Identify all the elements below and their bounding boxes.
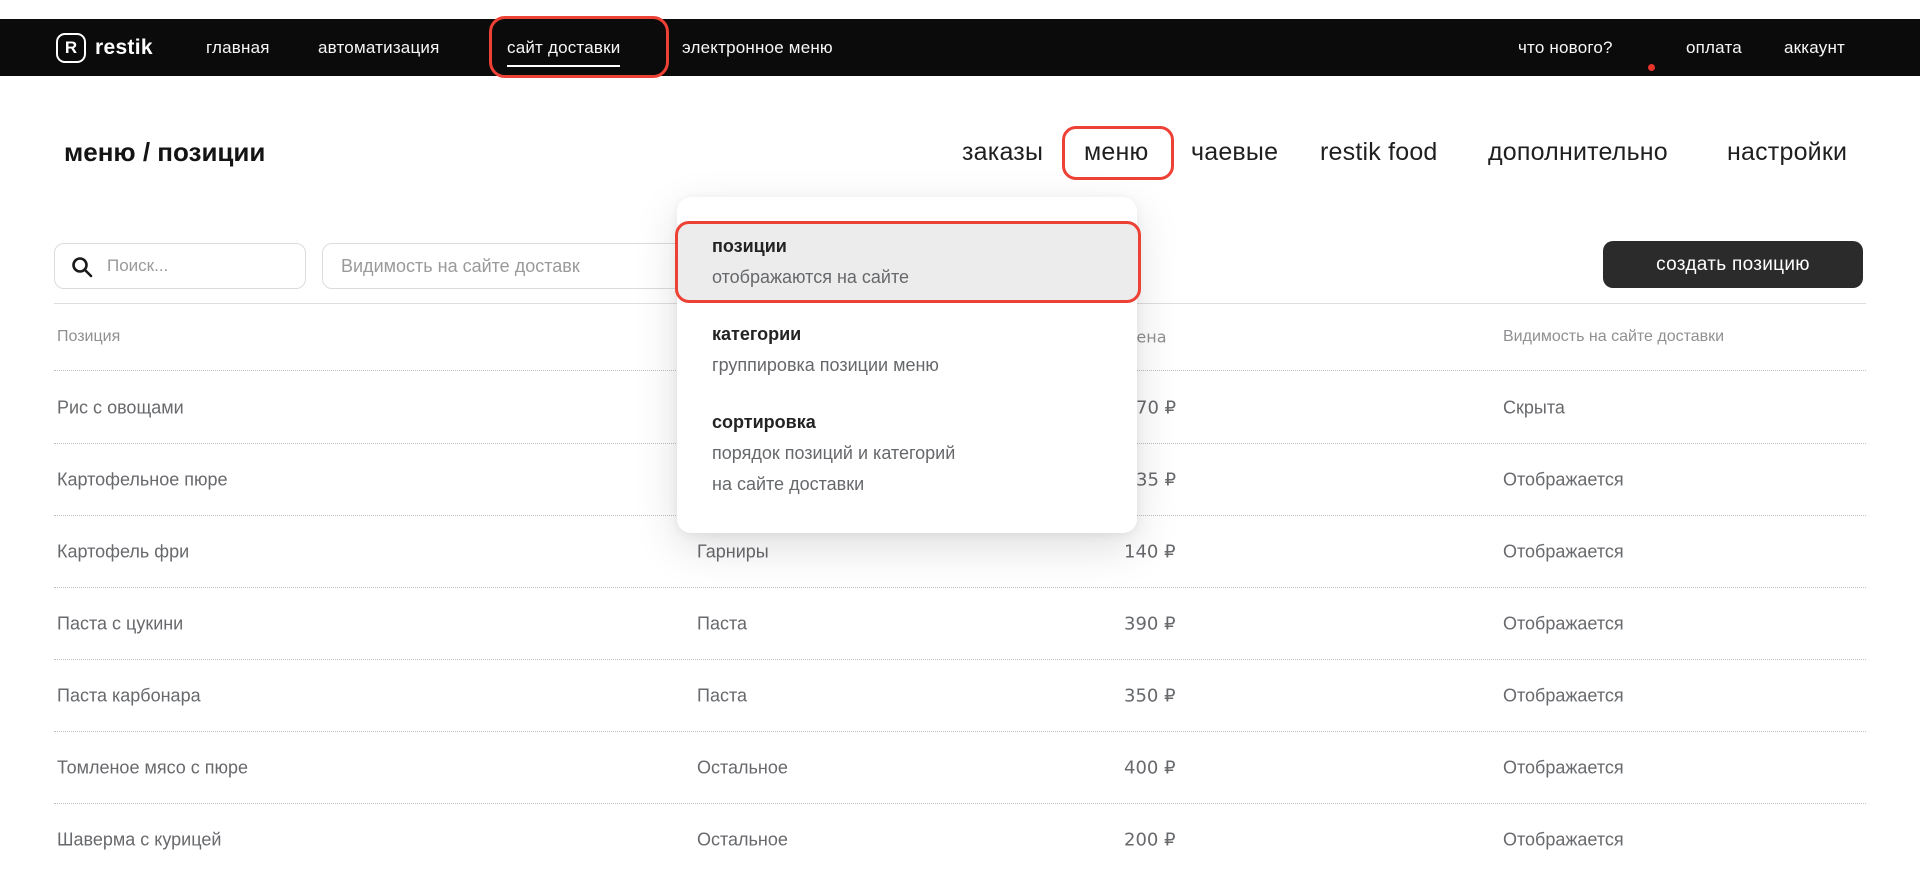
tab-settings[interactable]: настройки <box>1727 138 1847 167</box>
restik-logo-icon: R <box>56 32 86 63</box>
position-category: Остальное <box>697 757 788 777</box>
position-price: 35 ₽ <box>1136 469 1177 490</box>
dropdown-item-subtitle: порядок позиций и категорий на сайте дос… <box>712 443 956 494</box>
position-name: Картофельное пюре <box>57 469 228 489</box>
topnav-payment[interactable]: оплата <box>1686 19 1742 76</box>
position-price: 390 ₽ <box>1124 613 1176 634</box>
position-visibility: Отображается <box>1503 613 1624 633</box>
position-visibility: Отображается <box>1503 541 1624 561</box>
topnav-emenu[interactable]: электронное меню <box>682 19 833 76</box>
position-category: Паста <box>697 685 748 705</box>
table-row[interactable]: Паста карбонара Паста 350 ₽ Отображается <box>54 660 1866 732</box>
tab-restik-food[interactable]: restik food <box>1320 138 1438 167</box>
position-visibility: Отображается <box>1503 469 1624 489</box>
dropdown-item-positions[interactable]: позиции отображаются на сайте <box>675 221 1141 303</box>
position-visibility: Скрыта <box>1503 397 1565 417</box>
dropdown-item-title: сортировка <box>712 412 816 432</box>
position-price: 200 ₽ <box>1124 829 1176 851</box>
position-name: Картофель фри <box>57 541 190 561</box>
topbar: R restik главная автоматизация сайт дост… <box>0 19 1920 76</box>
visibility-filter-input[interactable] <box>323 244 689 288</box>
topnav-account[interactable]: аккаунт <box>1784 19 1845 76</box>
position-name: Рис с овощами <box>57 397 184 417</box>
topnav-main[interactable]: главная <box>206 19 270 76</box>
position-name: Шаверма с курицей <box>57 829 222 850</box>
restik-admin-page: R restik главная автоматизация сайт дост… <box>0 0 1920 886</box>
restik-logo-text: restik <box>95 35 153 59</box>
dropdown-item-subtitle: группировка позиции меню <box>712 355 939 375</box>
topnav-delivery-site[interactable]: сайт доставки <box>507 19 621 76</box>
visibility-filter <box>322 243 690 289</box>
notification-dot <box>1648 64 1655 71</box>
topnav-delivery-site-label: сайт доставки <box>507 38 621 67</box>
position-category: Паста <box>697 613 748 633</box>
position-price: 140 ₽ <box>1124 541 1176 562</box>
table-row[interactable]: Томленое мясо с пюре Остальное 400 ₽ Ото… <box>54 732 1866 804</box>
topnav-automation[interactable]: автоматизация <box>318 19 440 76</box>
position-price: 400 ₽ <box>1124 757 1176 778</box>
position-name: Паста с цукини <box>57 613 184 633</box>
position-category: Остальное <box>697 829 788 850</box>
position-price: 70 ₽ <box>1136 397 1177 418</box>
search-input[interactable] <box>55 244 305 288</box>
position-visibility: Отображается <box>1503 685 1624 705</box>
dropdown-item-sorting[interactable]: сортировка порядок позиций и категорий н… <box>712 407 955 500</box>
tab-extra[interactable]: дополнительно <box>1488 138 1668 167</box>
topnav-whats-new[interactable]: что нового? <box>1518 19 1613 76</box>
table-row[interactable]: Паста с цукини Паста 390 ₽ Отображается <box>54 588 1866 660</box>
dropdown-item-subtitle: отображаются на сайте <box>712 267 910 287</box>
menu-dropdown: позиции отображаются на сайте категории … <box>675 197 1141 533</box>
dropdown-item-categories[interactable]: категории группировка позиции меню <box>712 319 939 381</box>
col-header-visibility: Видимость на сайте доставки <box>1503 328 1725 345</box>
breadcrumb: меню / позиции <box>64 137 266 167</box>
position-visibility: Отображается <box>1503 757 1624 777</box>
tab-menu[interactable]: меню <box>1084 138 1148 167</box>
search-box <box>54 243 306 289</box>
position-visibility: Отображается <box>1503 829 1624 850</box>
col-header-position: Позиция <box>57 328 121 345</box>
position-name: Томленое мясо с пюре <box>57 757 249 777</box>
table-row[interactable]: Шаверма с курицей Остальное 200 ₽ Отобра… <box>54 804 1866 876</box>
dropdown-item-title: категории <box>712 324 802 344</box>
tab-orders[interactable]: заказы <box>962 138 1043 167</box>
tab-tips[interactable]: чаевые <box>1191 138 1278 167</box>
position-name: Паста карбонара <box>57 685 201 705</box>
position-price: 350 ₽ <box>1124 685 1176 706</box>
create-position-button[interactable]: создать позицию <box>1603 241 1863 288</box>
position-category: Гарниры <box>697 541 769 561</box>
dropdown-item-title: позиции <box>712 236 787 256</box>
restik-logo[interactable]: R restik <box>56 19 153 76</box>
